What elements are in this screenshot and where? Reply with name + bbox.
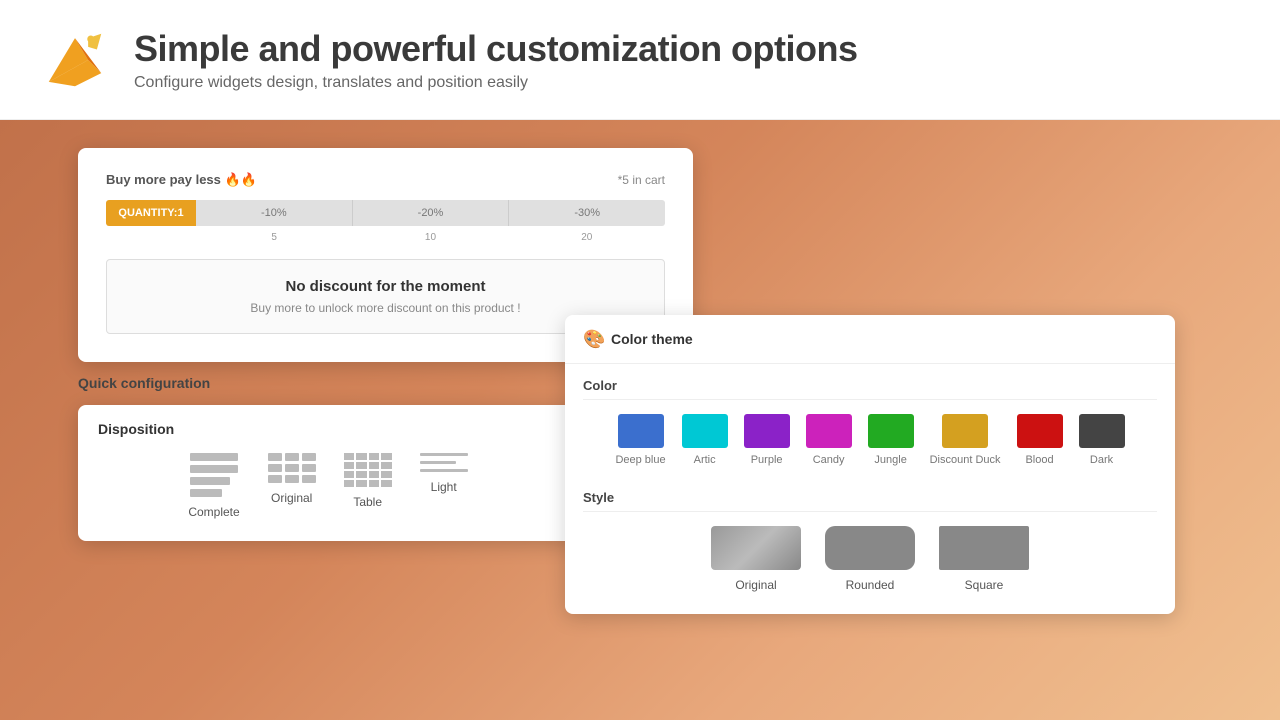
complete-icon bbox=[190, 453, 238, 497]
color-item-6[interactable]: Blood bbox=[1017, 414, 1063, 466]
quick-config-label: Quick configuration bbox=[78, 375, 210, 391]
table-icon bbox=[344, 453, 392, 487]
style-preview-original bbox=[711, 526, 801, 570]
color-swatch-6 bbox=[1017, 414, 1063, 448]
style-name-rounded: Rounded bbox=[846, 578, 895, 592]
color-item-3[interactable]: Candy bbox=[806, 414, 852, 466]
duck-logo-icon bbox=[40, 25, 110, 95]
light-icon bbox=[420, 453, 468, 472]
color-swatch-2 bbox=[744, 414, 790, 448]
color-name-7: Dark bbox=[1090, 454, 1113, 466]
color-swatch-5 bbox=[942, 414, 988, 448]
color-theme-title: Color theme bbox=[611, 331, 693, 347]
tick-20: 20 bbox=[509, 232, 665, 243]
progress-track: -10% -20% -30% bbox=[196, 200, 665, 226]
buy-more-header: Buy more pay less 🔥🔥 *5 in cart bbox=[106, 172, 665, 188]
palette-icon: 🎨 bbox=[583, 329, 603, 349]
color-item-0[interactable]: Deep blue bbox=[615, 414, 665, 466]
segment-10: -10% bbox=[196, 200, 353, 226]
style-item-square[interactable]: Square bbox=[939, 526, 1029, 592]
tick-5: 5 bbox=[196, 232, 352, 243]
color-swatch-3 bbox=[806, 414, 852, 448]
color-name-6: Blood bbox=[1025, 454, 1053, 466]
page-subtitle: Configure widgets design, translates and… bbox=[134, 74, 858, 92]
color-swatch-0 bbox=[618, 414, 664, 448]
buy-more-title: Buy more pay less 🔥🔥 bbox=[106, 172, 257, 188]
disposition-card: Disposition Complete Original bbox=[78, 405, 578, 541]
color-name-2: Purple bbox=[751, 454, 783, 466]
style-item-rounded[interactable]: Rounded bbox=[825, 526, 915, 592]
disposition-light[interactable]: Light bbox=[420, 453, 468, 519]
original-icon bbox=[268, 453, 316, 483]
color-swatch-1 bbox=[682, 414, 728, 448]
color-item-5[interactable]: Discount Duck bbox=[930, 414, 1001, 466]
color-name-5: Discount Duck bbox=[930, 454, 1001, 466]
disposition-original[interactable]: Original bbox=[268, 453, 316, 519]
page-title: Simple and powerful customization option… bbox=[134, 28, 858, 70]
style-name-square: Square bbox=[965, 578, 1004, 592]
color-name-1: Artic bbox=[694, 454, 716, 466]
progress-bar: QUANTITY:1 -10% -20% -30% bbox=[106, 200, 665, 226]
color-item-7[interactable]: Dark bbox=[1079, 414, 1125, 466]
color-item-2[interactable]: Purple bbox=[744, 414, 790, 466]
style-preview-rounded bbox=[825, 526, 915, 570]
tick-10: 10 bbox=[352, 232, 508, 243]
color-item-4[interactable]: Jungle bbox=[868, 414, 914, 466]
color-name-4: Jungle bbox=[874, 454, 906, 466]
disposition-title: Disposition bbox=[98, 421, 558, 437]
disposition-options: Complete Original Table bbox=[98, 453, 558, 519]
color-name-0: Deep blue bbox=[615, 454, 665, 466]
style-item-original[interactable]: Original bbox=[711, 526, 801, 592]
main-area: Buy more pay less 🔥🔥 *5 in cart QUANTITY… bbox=[0, 120, 1280, 720]
color-swatch-7 bbox=[1079, 414, 1125, 448]
color-theme-body: Color Deep blue Artic Purple Candy Jungle Dis… bbox=[565, 364, 1175, 614]
color-theme-header: 🎨 Color theme bbox=[565, 315, 1175, 364]
style-section-label: Style bbox=[583, 490, 1157, 512]
disposition-complete[interactable]: Complete bbox=[188, 453, 239, 519]
segment-30: -30% bbox=[509, 200, 665, 226]
color-swatch-4 bbox=[868, 414, 914, 448]
no-discount-sub: Buy more to unlock more discount on this… bbox=[127, 301, 644, 315]
color-grid: Deep blue Artic Purple Candy Jungle Discount … bbox=[583, 414, 1157, 466]
disposition-table[interactable]: Table bbox=[344, 453, 392, 519]
header-text: Simple and powerful customization option… bbox=[134, 28, 858, 92]
quantity-label: QUANTITY:1 bbox=[106, 200, 196, 226]
light-label: Light bbox=[431, 480, 457, 494]
style-grid: Original Rounded Square bbox=[583, 526, 1157, 592]
color-section-label: Color bbox=[583, 378, 1157, 400]
segment-20: -20% bbox=[353, 200, 510, 226]
color-theme-card: 🎨 Color theme Color Deep blue Artic Purple… bbox=[565, 315, 1175, 614]
cart-count: *5 in cart bbox=[618, 173, 665, 187]
table-label: Table bbox=[353, 495, 382, 509]
style-preview-square bbox=[939, 526, 1029, 570]
style-name-original: Original bbox=[735, 578, 776, 592]
complete-label: Complete bbox=[188, 505, 239, 519]
no-discount-title: No discount for the moment bbox=[127, 278, 644, 295]
header: Simple and powerful customization option… bbox=[0, 0, 1280, 120]
color-name-3: Candy bbox=[813, 454, 845, 466]
original-label: Original bbox=[271, 491, 312, 505]
progress-labels: 5 10 20 bbox=[196, 230, 665, 243]
color-item-1[interactable]: Artic bbox=[682, 414, 728, 466]
